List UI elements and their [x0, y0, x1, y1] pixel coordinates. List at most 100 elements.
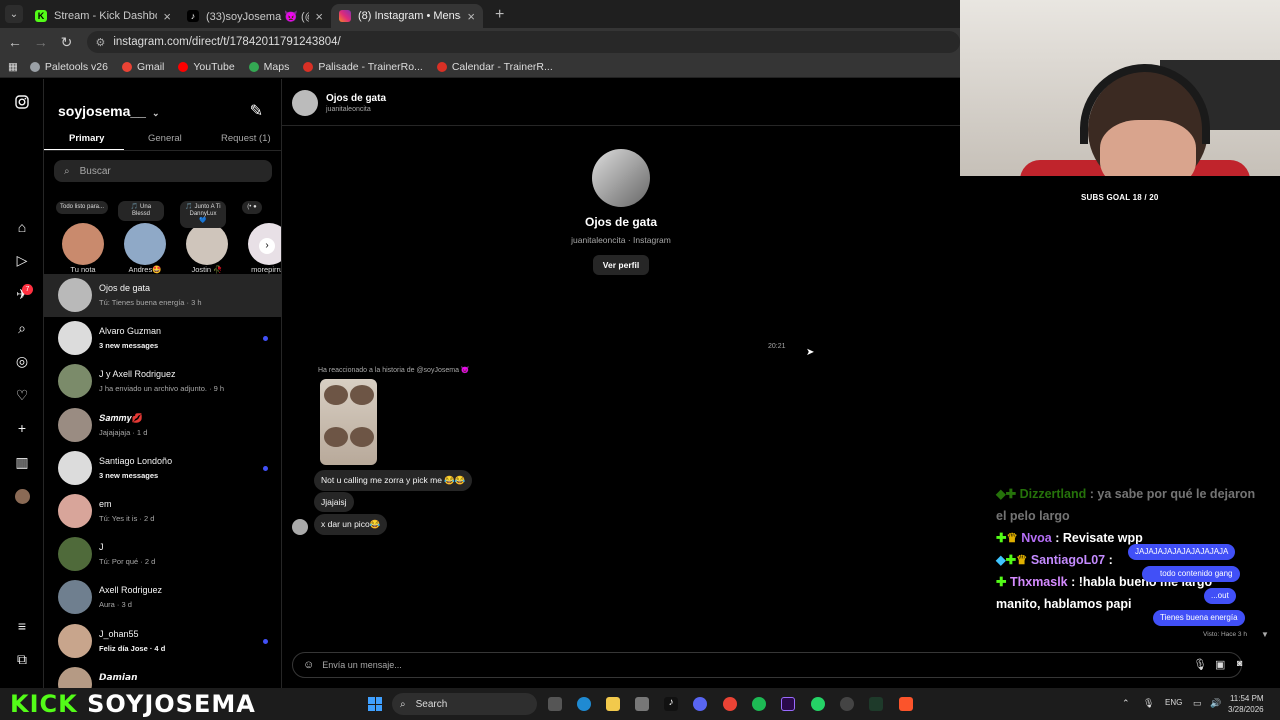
chat-message: ◆✚ Dizzertland : ya sabe por qué le deja…	[996, 487, 1256, 523]
message-input[interactable]: ☺ Envía un mensaje... 🎙 ▣ ◙	[292, 652, 1242, 678]
browser-tab-tiktok[interactable]: ♪ (33)soyJosema 👿 (@soy_josem ×	[179, 4, 331, 28]
emoji-icon[interactable]: ☺	[303, 659, 314, 671]
obs-icon[interactable]	[840, 697, 854, 711]
instagram-logo-icon[interactable]	[14, 95, 30, 111]
microphone-icon[interactable]: 🎙	[1143, 698, 1154, 709]
thread-item[interactable]: Ojos de gata Tú: Tienes buena energía · 3…	[44, 274, 281, 317]
edge-icon[interactable]	[577, 697, 591, 711]
unread-dot	[263, 336, 268, 342]
kick-channel-logo: KICK SOYJOSEMA	[10, 690, 256, 718]
heart-icon[interactable]: ♡	[14, 387, 30, 403]
also-from-meta-icon[interactable]: ⧉	[14, 651, 30, 667]
chevron-up-icon[interactable]: ⌃	[1122, 698, 1130, 709]
thread-name: Ojos de gata	[99, 283, 151, 293]
close-tab-icon[interactable]: ×	[467, 9, 475, 24]
file-explorer-icon[interactable]	[606, 697, 620, 711]
messages-badge: 7	[22, 284, 33, 295]
avatar[interactable]	[292, 90, 318, 116]
search-icon[interactable]: ⌕	[14, 320, 30, 336]
thread-item[interactable]: Santiago Londoño 3 new messages	[44, 447, 281, 490]
tab-general[interactable]: General	[148, 133, 182, 144]
home-icon[interactable]: ⌂	[14, 219, 30, 235]
windows-start-icon[interactable]	[368, 697, 382, 711]
message-bubble[interactable]: Not u calling me zorra y pick me 😂😂	[314, 470, 473, 491]
url-field[interactable]: ⚙ instagram.com/direct/t/178420117912438…	[87, 31, 960, 53]
bookmark-item[interactable]: YouTube	[178, 61, 235, 73]
reload-icon[interactable]: ↻	[56, 34, 78, 51]
avatar	[58, 278, 92, 312]
create-icon[interactable]: +	[14, 420, 30, 436]
volume-icon[interactable]: 🔊	[1210, 698, 1221, 709]
store-icon[interactable]	[635, 697, 649, 711]
webcam-feed	[960, 0, 1280, 176]
conversation-title[interactable]: Ojos de gata	[326, 93, 386, 104]
compose-icon[interactable]: ✎	[250, 101, 263, 121]
terminal-icon[interactable]	[869, 697, 883, 711]
close-tab-icon[interactable]: ×	[315, 9, 323, 24]
thread-item[interactable]: em Tú: Yes it is · 2 d	[44, 490, 281, 533]
profile-avatar[interactable]	[592, 149, 650, 207]
site-info-icon[interactable]: ⚙	[95, 36, 105, 49]
thread-item[interactable]: 𝘿𝙖𝙢𝙞𝙖𝙣	[44, 663, 281, 688]
bookmark-item[interactable]: Palisade - TrainerRo...	[303, 61, 423, 73]
forward-icon[interactable]: →	[30, 34, 52, 50]
sticker-icon[interactable]: ◙	[1237, 658, 1242, 668]
premiere-icon[interactable]	[781, 697, 795, 711]
close-tab-icon[interactable]: ×	[163, 9, 171, 24]
thread-item[interactable]: Axell Rodriguez Aura · 3 d	[44, 576, 281, 619]
message-bubble[interactable]: Jjajaisj	[314, 492, 354, 512]
browser-tab-instagram[interactable]: (8) Instagram • Mensajes ×	[331, 4, 483, 28]
address-bar-row: ← → ↻ ⚙ instagram.com/direct/t/178420117…	[0, 28, 960, 56]
apps-grid-icon[interactable]: ▦	[8, 61, 18, 73]
search-icon: ⌕	[400, 698, 406, 710]
thread-preview: 3 new messages	[99, 341, 159, 351]
chrome-icon[interactable]	[723, 697, 737, 711]
sender-avatar	[292, 519, 308, 535]
spotify-icon[interactable]	[752, 697, 766, 711]
microphone-icon[interactable]: 🎙	[1193, 658, 1207, 671]
system-clock[interactable]: 11:54 PM 3/28/2026	[1228, 693, 1264, 715]
thread-item[interactable]: Alvaro Guzman 3 new messages	[44, 317, 281, 360]
view-profile-button[interactable]: Ver perfil	[592, 255, 650, 275]
thread-item[interactable]: 𝑺𝒂𝒎𝒎𝒚💋 Jajajajaja · 1 d	[44, 404, 281, 447]
story-thumbnail[interactable]	[320, 379, 377, 465]
task-view-icon[interactable]	[548, 697, 562, 711]
menu-icon[interactable]: ≡	[14, 618, 30, 634]
browser-tab-kick[interactable]: K Stream - Kick Dashboard ×	[27, 4, 179, 28]
nav-rail: ⌂ ▷ ✈ 7 ⌕ ◎ ♡ + ▥ ≡ ⧉	[0, 79, 44, 688]
image-icon[interactable]: ▣	[1215, 658, 1225, 671]
seen-status: Visto: Hace 3 h	[1203, 631, 1247, 638]
note-name: Tu nota	[70, 265, 96, 274]
profile-avatar[interactable]	[15, 489, 30, 504]
tab-search-button[interactable]: ⌄	[5, 5, 23, 23]
discord-icon[interactable]	[693, 697, 707, 711]
bookmark-item[interactable]: Paletools v26	[29, 61, 108, 73]
bookmark-item[interactable]: Calendar - TrainerR...	[436, 61, 553, 73]
thread-name: J	[99, 542, 104, 553]
instagram-icon	[339, 10, 351, 22]
whatsapp-icon[interactable]	[811, 697, 825, 711]
thread-item[interactable]: J Tú: Por qué · 2 d	[44, 533, 281, 576]
profile-subtitle: juanitaleoncita · Instagram	[571, 235, 671, 245]
scroll-down-icon[interactable]: ▼	[1261, 630, 1269, 639]
note-bubble: (• ●	[242, 201, 262, 214]
brave-icon[interactable]	[899, 697, 913, 711]
dashboard-icon[interactable]: ▥	[14, 454, 30, 470]
thread-item[interactable]: J y Axell Rodriguez J ha enviado un archi…	[44, 360, 281, 403]
tiktok-icon[interactable]: ♪	[664, 697, 678, 711]
language-indicator[interactable]: ENG	[1165, 698, 1182, 707]
reels-icon[interactable]: ▷	[14, 252, 30, 268]
back-icon[interactable]: ←	[4, 34, 26, 50]
tab-request[interactable]: Request (1)	[221, 133, 271, 144]
explore-icon[interactable]: ◎	[14, 353, 30, 369]
tab-primary[interactable]: Primary	[69, 133, 104, 144]
inbox-username[interactable]: soyjosema__ ⌄	[58, 103, 160, 119]
bookmark-item[interactable]: Maps	[248, 61, 289, 73]
bookmark-item[interactable]: Gmail	[121, 61, 164, 73]
thread-item[interactable]: J_ohan55 Feliz día Jose · 4 d	[44, 620, 281, 663]
message-bubble[interactable]: x dar un pico😂	[314, 514, 388, 535]
taskbar-search[interactable]: ⌕ Search	[392, 693, 537, 715]
new-tab-icon[interactable]: +	[495, 6, 504, 24]
note-bubble: 🎵 Junto A Ti DannyLux 💙	[180, 201, 226, 228]
network-icon[interactable]: ▭	[1193, 698, 1202, 709]
